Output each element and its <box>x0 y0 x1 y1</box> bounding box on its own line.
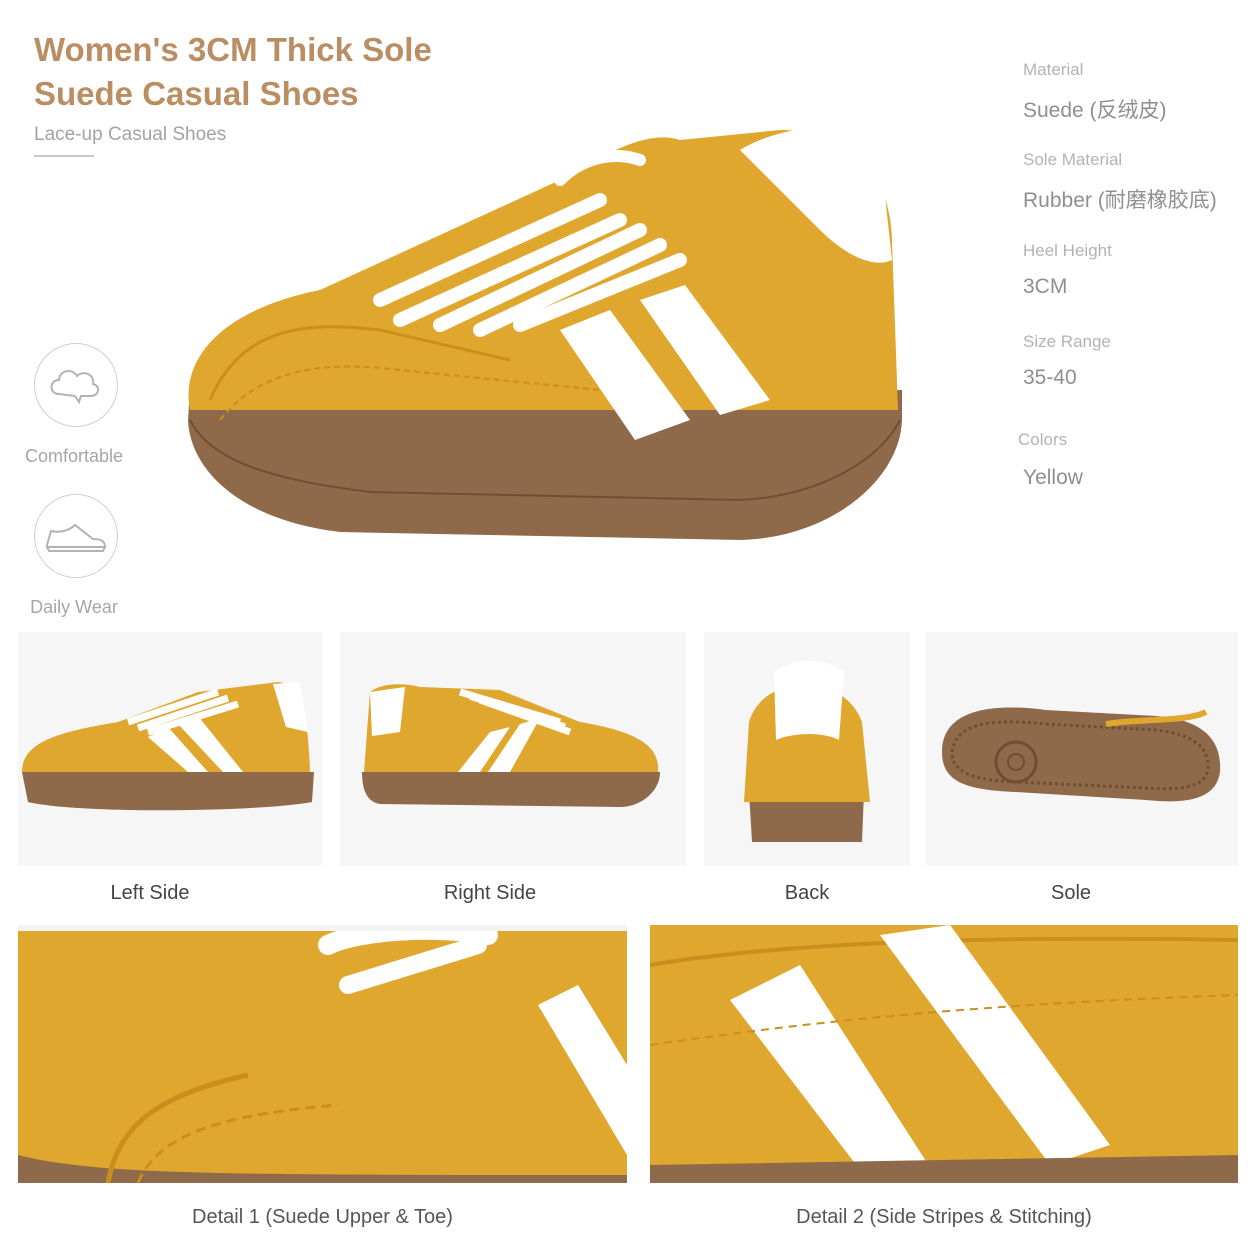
view-sole-image <box>926 632 1238 866</box>
spec-colors-label: Colors <box>1018 430 1068 449</box>
view-back-label: Back <box>784 882 830 904</box>
view-right-side-image <box>340 632 686 866</box>
spec-heel-height-label: Heel Height <box>1023 241 1112 260</box>
spec-colors-value: Yellow <box>1023 466 1083 489</box>
spec-sole-material-label: Sole Material <box>1023 150 1123 169</box>
detail-stripes-stitching-label: Detail 2 (Side Stripes & Stitching) <box>796 1206 1092 1228</box>
spec-material: Material Suede (反绒皮) <box>1023 60 1167 124</box>
spec-material-label: Material <box>1023 60 1084 79</box>
feature-comfortable-label: Comfortable <box>24 446 124 466</box>
spec-size-range-value: 35-40 <box>1023 366 1077 389</box>
spec-sole-material: Sole Material Rubber (耐磨橡胶底) <box>1023 150 1217 214</box>
subtitle-underline <box>34 155 94 157</box>
title-line-2: Suede Casual Shoes <box>34 75 359 112</box>
feature-daily-wear-label: Daily Wear <box>30 597 118 617</box>
spec-heel-height-value: 3CM <box>1023 275 1068 298</box>
daily-wear-badge <box>34 494 118 578</box>
spec-sole-material-value: Rubber (耐磨橡胶底) <box>1023 189 1217 212</box>
view-sole-label: Sole <box>1050 882 1092 904</box>
view-left-side-label: Left Side <box>110 882 190 904</box>
spec-size-range-label: Size Range <box>1023 332 1111 351</box>
view-back-image <box>704 632 910 866</box>
spec-colors: Colors Yellow <box>1018 430 1083 490</box>
detail-suede-toe-label: Detail 1 (Suede Upper & Toe) <box>192 1206 453 1228</box>
title-line-1: Women's 3CM Thick Sole <box>34 31 432 68</box>
spec-size-range: Size Range 35-40 <box>1023 332 1111 390</box>
page-title: Women's 3CM Thick Sole Suede Casual Shoe… <box>34 28 432 116</box>
spec-heel-height: Heel Height 3CM <box>1023 241 1112 299</box>
detail-suede-toe-image <box>18 925 627 1183</box>
view-right-side-label: Right Side <box>443 882 537 904</box>
comfortable-badge <box>34 343 118 427</box>
spec-material-value: Suede (反绒皮) <box>1023 99 1167 122</box>
cloud-icon <box>50 370 99 405</box>
view-left-side-image <box>18 632 322 866</box>
detail-stripes-stitching-image <box>650 925 1238 1183</box>
hero-shoe-image <box>180 120 910 570</box>
sneaker-icon <box>45 523 107 552</box>
